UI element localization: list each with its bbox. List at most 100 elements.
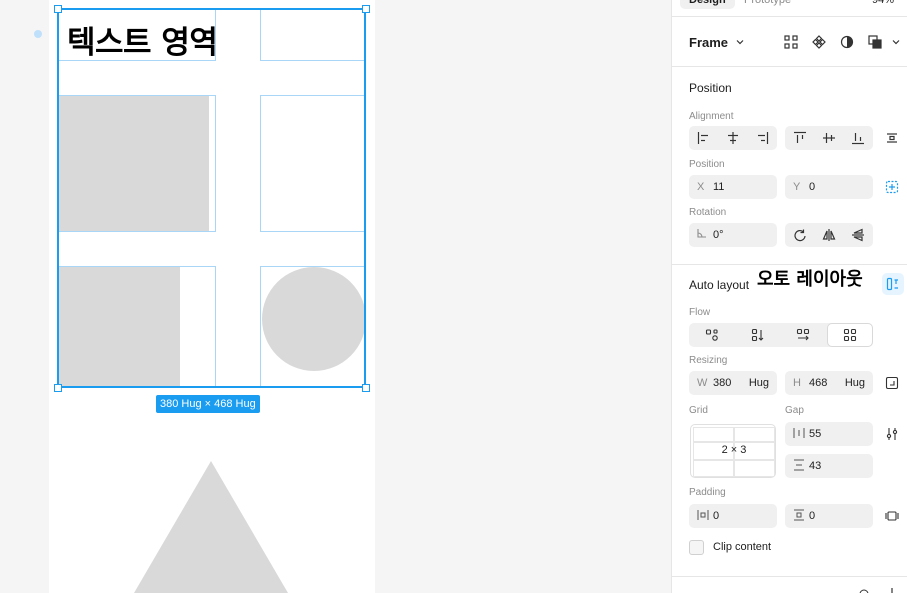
gray-triangle[interactable] — [134, 461, 288, 593]
w-prefix: W — [697, 377, 708, 389]
boolean-icon[interactable] — [867, 34, 883, 50]
flow-vertical-icon[interactable] — [744, 323, 772, 347]
flow-grid-icon[interactable] — [836, 323, 864, 347]
flip-vertical-icon[interactable] — [844, 223, 872, 247]
h-value[interactable]: 468 — [809, 377, 827, 389]
auto-layout-section: Auto layout Flow Resizing W 380 Hug H 46… — [672, 265, 907, 577]
auto-layout-toggle-icon[interactable] — [882, 273, 904, 295]
gap-vertical-icon — [793, 459, 805, 474]
tab-prototype[interactable]: Prototype — [744, 0, 791, 9]
rotation-value[interactable]: 0° — [713, 229, 724, 241]
gap-horizontal-icon — [793, 427, 805, 442]
text-layer[interactable]: 텍스트 영역 — [67, 17, 215, 60]
y-value[interactable]: 0 — [809, 181, 815, 193]
height-field[interactable]: H 468 Hug — [785, 371, 873, 395]
padding-horizontal-icon — [697, 509, 709, 524]
h-prefix: H — [793, 377, 801, 389]
align-right-icon[interactable] — [748, 126, 776, 150]
gap-vertical-field[interactable]: 43 — [785, 454, 873, 478]
align-left-icon[interactable] — [690, 126, 718, 150]
align-center-horizontal-icon[interactable] — [719, 126, 747, 150]
frame-section: Frame — [672, 17, 907, 67]
x-value[interactable]: 11 — [713, 181, 724, 193]
padding-horizontal-value[interactable]: 0 — [713, 510, 719, 522]
resizing-label: Resizing — [689, 355, 728, 366]
constraints-icon[interactable] — [884, 179, 900, 195]
flow-horizontal-icon[interactable] — [789, 323, 817, 347]
chevron-down-icon[interactable] — [735, 36, 745, 48]
grid-preview[interactable]: 2 × 3 — [690, 424, 776, 478]
grid-preview-cell — [693, 460, 734, 477]
w-value[interactable]: 380 — [713, 377, 731, 389]
flow-grid-button[interactable] — [827, 323, 873, 347]
gap-vertical-value[interactable]: 43 — [809, 460, 821, 472]
flow-freeform-icon[interactable] — [698, 323, 726, 347]
alignment-label: Alignment — [689, 111, 734, 122]
resize-handle-bottom-right[interactable] — [362, 384, 370, 392]
width-field[interactable]: W 380 Hug — [689, 371, 777, 395]
grid-preview-cell — [734, 427, 775, 442]
padding-vertical-icon — [793, 509, 805, 524]
chevron-down-icon[interactable] — [891, 37, 901, 47]
grid-cell-top-right[interactable] — [260, 9, 366, 61]
padding-label: Padding — [689, 487, 726, 498]
align-top-icon[interactable] — [786, 126, 814, 150]
x-position-field[interactable]: X 11 — [689, 175, 777, 199]
canvas[interactable]: 텍스트 영역 380 Hug × 468 Hug — [0, 0, 671, 593]
gray-rectangle[interactable] — [59, 96, 209, 231]
w-mode[interactable]: Hug — [749, 377, 769, 389]
grid-size-value: 2 × 3 — [721, 444, 747, 456]
distribute-icon[interactable] — [884, 130, 900, 146]
gap-label: Gap — [785, 405, 804, 416]
size-badge: 380 Hug × 468 Hug — [156, 395, 260, 413]
grid-cell-middle-right[interactable] — [260, 95, 366, 232]
frame-type-label[interactable]: Frame — [689, 35, 728, 50]
tab-design[interactable]: Design — [680, 0, 735, 9]
grid-cell-middle-left[interactable] — [58, 95, 216, 232]
component-icon[interactable] — [811, 34, 827, 50]
padding-vertical-value[interactable]: 0 — [809, 510, 815, 522]
grid-label: Grid — [689, 405, 708, 416]
h-mode[interactable]: Hug — [845, 377, 865, 389]
padding-vertical-field[interactable]: 0 — [785, 504, 873, 528]
position-label: Position — [689, 159, 725, 170]
grid-components-icon[interactable] — [783, 34, 799, 50]
rotate-icon[interactable] — [786, 223, 814, 247]
y-prefix: Y — [793, 181, 801, 193]
gap-settings-icon[interactable] — [884, 426, 900, 442]
clip-content-checkbox[interactable] — [689, 540, 704, 555]
padding-horizontal-field[interactable]: 0 — [689, 504, 777, 528]
resize-handle-top-left[interactable] — [54, 5, 62, 13]
vertical-align-group — [785, 126, 873, 150]
gap-horizontal-value[interactable]: 55 — [809, 428, 821, 440]
panel-tabs: Design Prototype 94% — [672, 0, 907, 17]
grid-cell-text[interactable]: 텍스트 영역 — [58, 9, 216, 61]
resize-handle-bottom-left[interactable] — [54, 384, 62, 392]
resize-constraints-icon[interactable] — [884, 375, 900, 391]
rotation-field[interactable]: 0° — [689, 223, 777, 247]
individual-padding-icon[interactable] — [884, 508, 900, 524]
flip-horizontal-icon[interactable] — [815, 223, 843, 247]
resize-handle-top-right[interactable] — [362, 5, 370, 13]
add-icon[interactable] — [886, 586, 898, 593]
y-position-field[interactable]: Y 0 — [785, 175, 873, 199]
align-bottom-icon[interactable] — [844, 126, 872, 150]
grid-cell-bottom-right[interactable] — [260, 266, 366, 388]
transform-group — [785, 223, 873, 247]
clip-content-label[interactable]: Clip content — [713, 541, 771, 553]
flow-label: Flow — [689, 307, 711, 318]
zoom-level[interactable]: 94% — [872, 0, 894, 9]
position-section-title: Position — [689, 81, 732, 95]
x-prefix: X — [697, 181, 705, 193]
gray-circle[interactable] — [262, 267, 365, 371]
grid-cell-bottom-left[interactable] — [58, 266, 216, 388]
angle-icon — [697, 228, 707, 241]
auto-layout-title: Auto layout — [689, 278, 750, 292]
align-middle-icon[interactable] — [815, 126, 843, 150]
gap-horizontal-field[interactable]: 55 — [785, 422, 873, 446]
gray-rectangle[interactable] — [59, 267, 180, 387]
grid-preview-cell — [693, 427, 734, 442]
mask-icon[interactable] — [839, 34, 855, 50]
auto-layout-overlay-label: 오토 레이아웃 — [757, 268, 881, 296]
style-icon[interactable] — [858, 586, 870, 593]
